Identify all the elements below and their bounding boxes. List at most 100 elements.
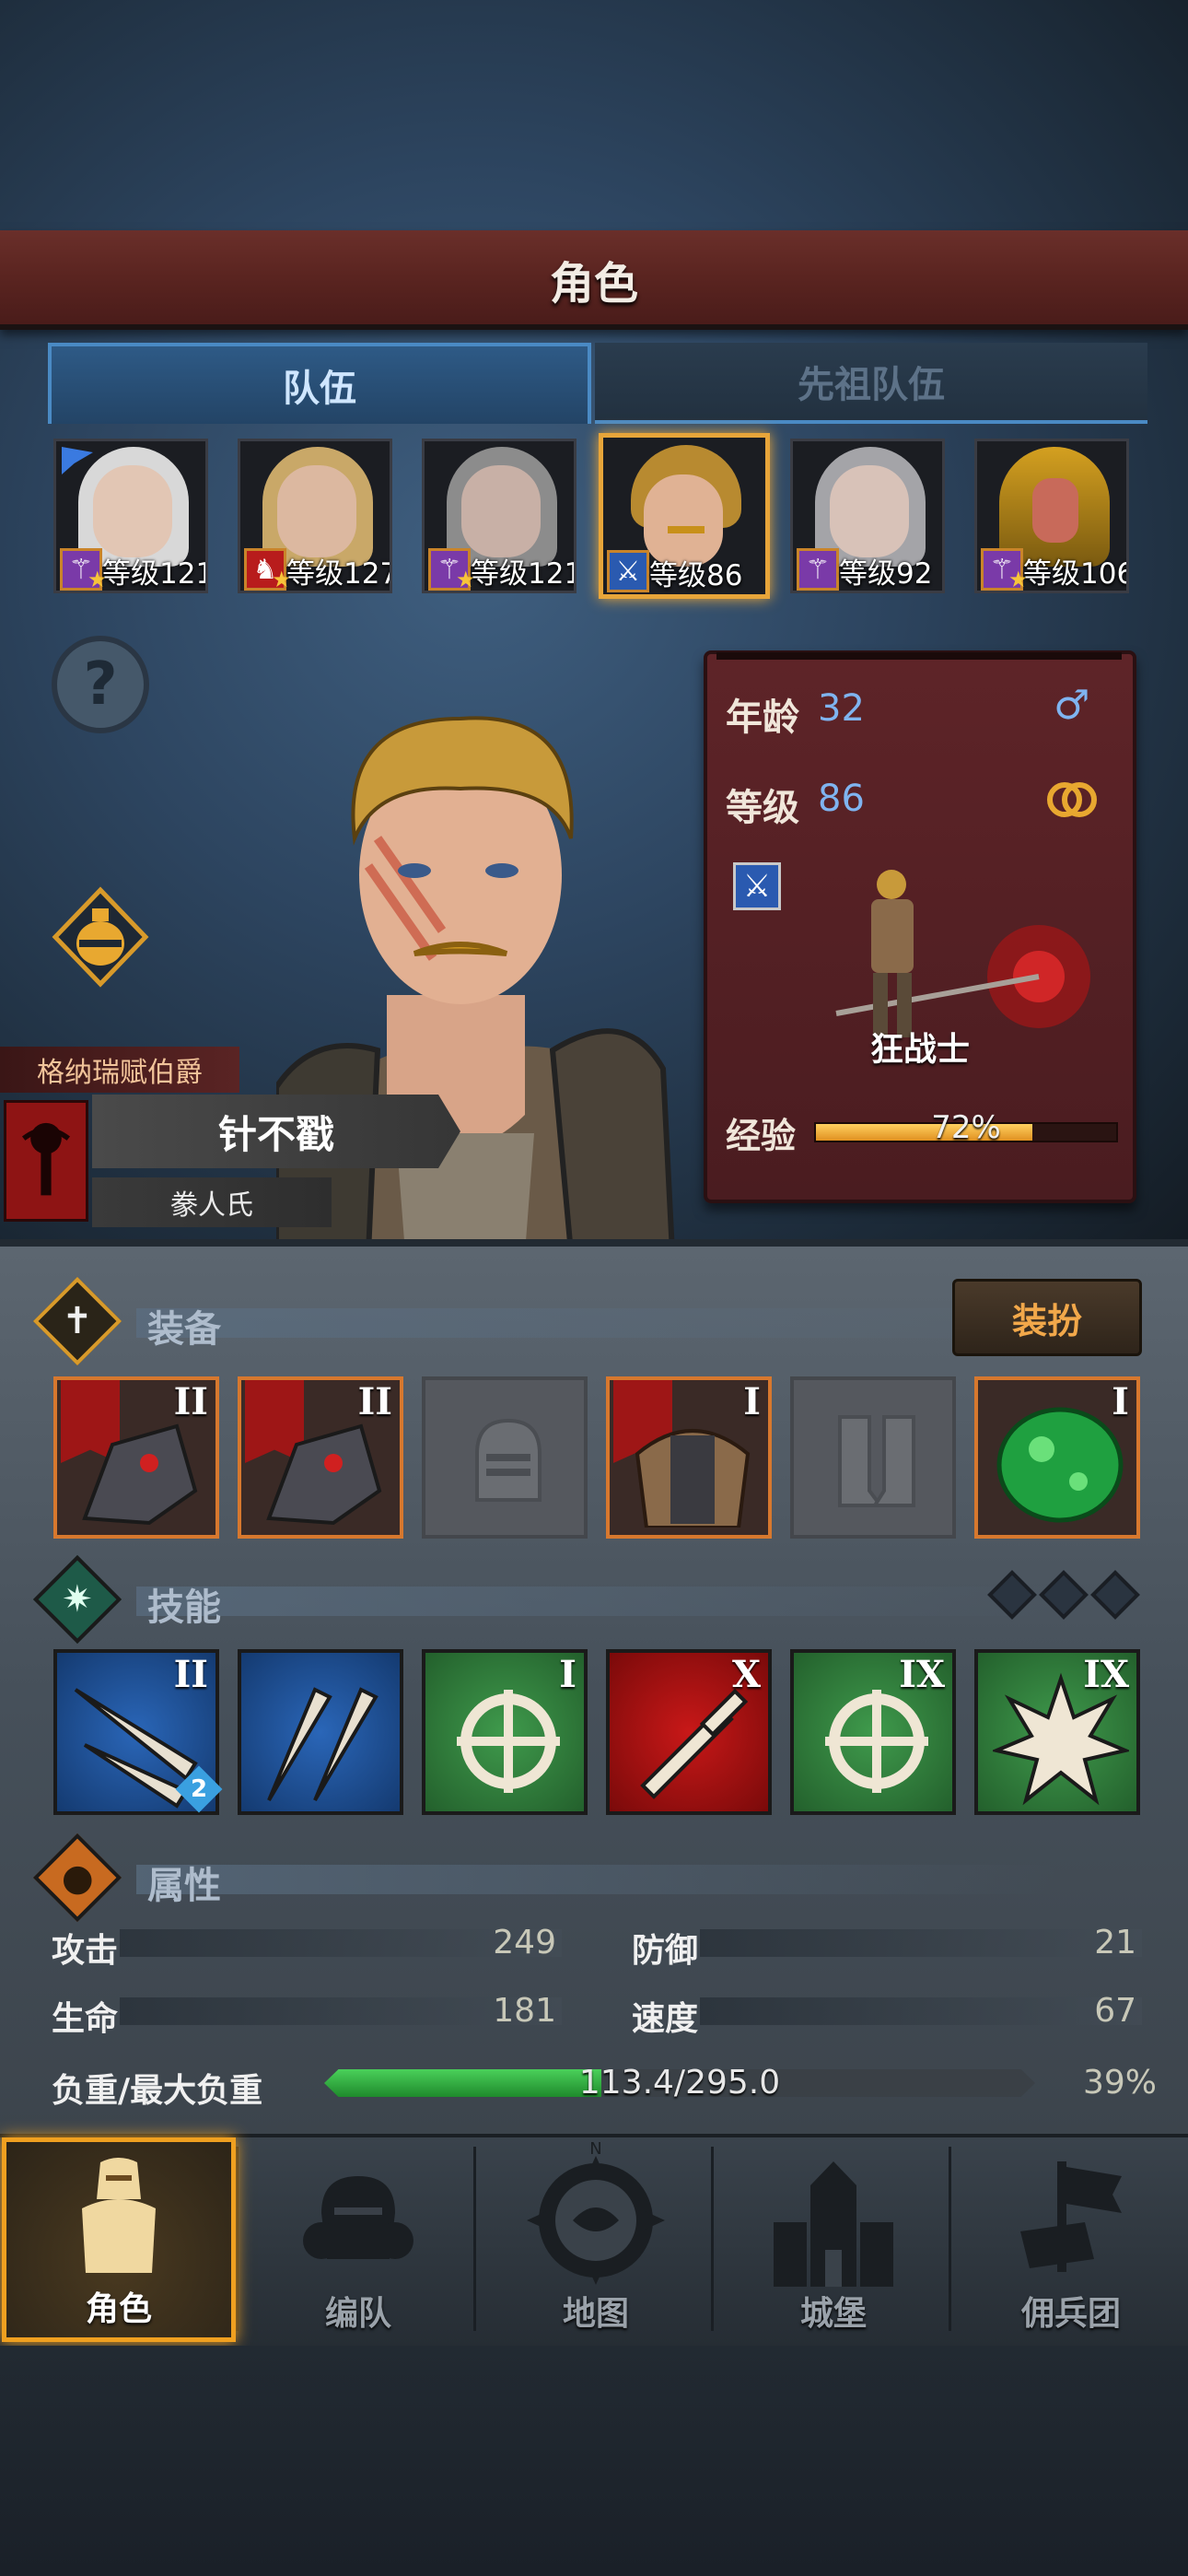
load-value: 113.4/295.0 xyxy=(578,2064,781,2102)
load-label: 负重/最大负重 xyxy=(52,2072,263,2110)
nav-castle[interactable]: 城堡 xyxy=(716,2137,950,2342)
load-percent: 39% xyxy=(1082,2064,1157,2102)
knight-icon xyxy=(82,2158,156,2273)
hp-label: 生命 xyxy=(52,2000,119,2038)
potion-icon[interactable] xyxy=(52,886,149,988)
tier-label: IX xyxy=(1083,1653,1129,1696)
portrait-face xyxy=(277,465,356,557)
level-label: 等级 xyxy=(726,787,799,829)
equipment-slot[interactable]: I xyxy=(974,1376,1140,1539)
dress-up-button[interactable]: 装扮 xyxy=(952,1279,1142,1356)
panel-rail xyxy=(716,652,1122,660)
roster-card[interactable]: ⚚ ★ 等级106 xyxy=(974,439,1129,593)
skill-slot[interactable]: IX xyxy=(974,1649,1140,1815)
defense-value: 21 xyxy=(1094,1924,1136,1961)
roster-card[interactable]: ⚚ ★ 等级121 xyxy=(422,439,577,593)
exp-label: 经验 xyxy=(726,1116,797,1156)
clan-name: 豢人氏 xyxy=(92,1177,332,1227)
attributes-header: ● 属性 xyxy=(32,1832,1142,1923)
sword-icon: ⚔ xyxy=(607,550,649,592)
crosshair-icon xyxy=(457,1690,560,1793)
help-button[interactable]: ? xyxy=(52,636,149,733)
portrait-face xyxy=(1032,478,1078,543)
svg-text:N: N xyxy=(589,2139,601,2159)
tier-label: II xyxy=(357,1380,392,1423)
header-stripe xyxy=(136,1865,1057,1894)
equipment-title: 装备 xyxy=(147,1308,221,1351)
page-title: 角色 xyxy=(549,258,638,310)
skills-title: 技能 xyxy=(147,1587,221,1629)
equipment-slot-empty[interactable] xyxy=(790,1376,956,1539)
nav-label: 佣兵团 xyxy=(1020,2295,1121,2333)
bottom-background xyxy=(0,2346,1188,2576)
rings-icon[interactable] xyxy=(1044,774,1100,822)
roster-level: 等级121 xyxy=(102,557,208,591)
roster-level: 等级127 xyxy=(286,557,392,591)
cross-icon: ✝ xyxy=(32,1276,122,1366)
skill-badge-count: 2 xyxy=(190,1775,208,1803)
defense-label: 防御 xyxy=(632,1932,699,1970)
tier-label: X xyxy=(731,1653,761,1696)
level-value: 86 xyxy=(818,778,865,820)
nav-label: 编队 xyxy=(324,2295,391,2333)
tier-label: II xyxy=(173,1653,208,1696)
nav-mercenary[interactable]: 佣兵团 xyxy=(954,2137,1188,2342)
nav-label: 地图 xyxy=(562,2295,629,2333)
nav-character[interactable]: 角色 xyxy=(2,2137,236,2342)
equipment-slot[interactable]: I xyxy=(606,1376,772,1539)
noble-title: 格纳瑞赋伯爵 xyxy=(0,1047,239,1093)
attributes-title: 属性 xyxy=(147,1865,221,1907)
speed-label: 速度 xyxy=(632,2000,699,2038)
header-stripe xyxy=(136,1587,1057,1616)
roster-level: 等级92 xyxy=(839,557,933,591)
helmet-group-icon xyxy=(303,2176,413,2259)
sword-class-icon: ⚔ xyxy=(733,862,781,910)
tier-label: I xyxy=(559,1653,577,1696)
jade-charm-icon xyxy=(996,1407,1124,1523)
roster-card[interactable]: ♞ ★ 等级127 xyxy=(238,439,392,593)
equipment-slot[interactable]: II xyxy=(53,1376,219,1539)
tab-team[interactable]: 队伍 xyxy=(48,343,591,424)
tier-label: II xyxy=(173,1380,208,1423)
class-name: 狂战士 xyxy=(869,1031,970,1069)
roster-level: 等级106 xyxy=(1023,557,1129,591)
equipment-slot-empty[interactable] xyxy=(422,1376,588,1539)
armor-icon xyxy=(635,1429,751,1528)
portrait-face xyxy=(93,465,172,557)
character-name[interactable]: 针不戳 xyxy=(92,1095,460,1168)
boots-icon xyxy=(838,1415,915,1507)
speed-value: 67 xyxy=(1094,1992,1136,2030)
roster-card[interactable]: ⚚ ★ 等级121 xyxy=(53,439,208,593)
equipment-slot[interactable]: II xyxy=(238,1376,403,1539)
roster-level: 等级121 xyxy=(471,557,577,591)
skill-slot[interactable]: I xyxy=(422,1649,588,1815)
age-value: 32 xyxy=(818,687,865,730)
compass-icon: N xyxy=(527,2139,665,2285)
skill-slot[interactable] xyxy=(238,1649,403,1815)
skill-slot[interactable]: X xyxy=(606,1649,772,1815)
roster-level: 等级86 xyxy=(649,559,743,592)
nav-divider xyxy=(236,2147,239,2331)
tier-label: I xyxy=(1112,1380,1129,1423)
roster-card-selected[interactable]: ⚔ 等级86 xyxy=(599,433,770,599)
skill-slot[interactable]: IX xyxy=(790,1649,956,1815)
nav-formation[interactable]: 编队 xyxy=(241,2137,475,2342)
house-banner-icon xyxy=(4,1100,88,1222)
nav-label: 角色 xyxy=(85,2290,152,2328)
tab-ancestor-team[interactable]: 先祖队伍 xyxy=(595,343,1147,424)
nav-label: 城堡 xyxy=(799,2295,867,2333)
skill-slot[interactable]: II 2 xyxy=(53,1649,223,1815)
gauntlet-icon xyxy=(266,1423,382,1526)
character-portrait xyxy=(276,716,676,1253)
nav-map[interactable]: N 地图 xyxy=(479,2137,713,2342)
mustache xyxy=(668,526,705,533)
attack-value: 249 xyxy=(493,1924,556,1961)
info-panel: 年龄 32 ♂ 等级 86 ⚔ 狂战士 经验 72% xyxy=(704,650,1136,1203)
tier-label: I xyxy=(743,1380,761,1423)
header-stripe xyxy=(136,1308,1057,1338)
age-label: 年龄 xyxy=(726,697,799,739)
hp-value: 181 xyxy=(493,1992,556,2030)
drop-icon: ● xyxy=(32,1832,122,1923)
banner-fist-icon xyxy=(1020,2161,1122,2272)
roster-card[interactable]: ⚚ 等级92 xyxy=(790,439,945,593)
